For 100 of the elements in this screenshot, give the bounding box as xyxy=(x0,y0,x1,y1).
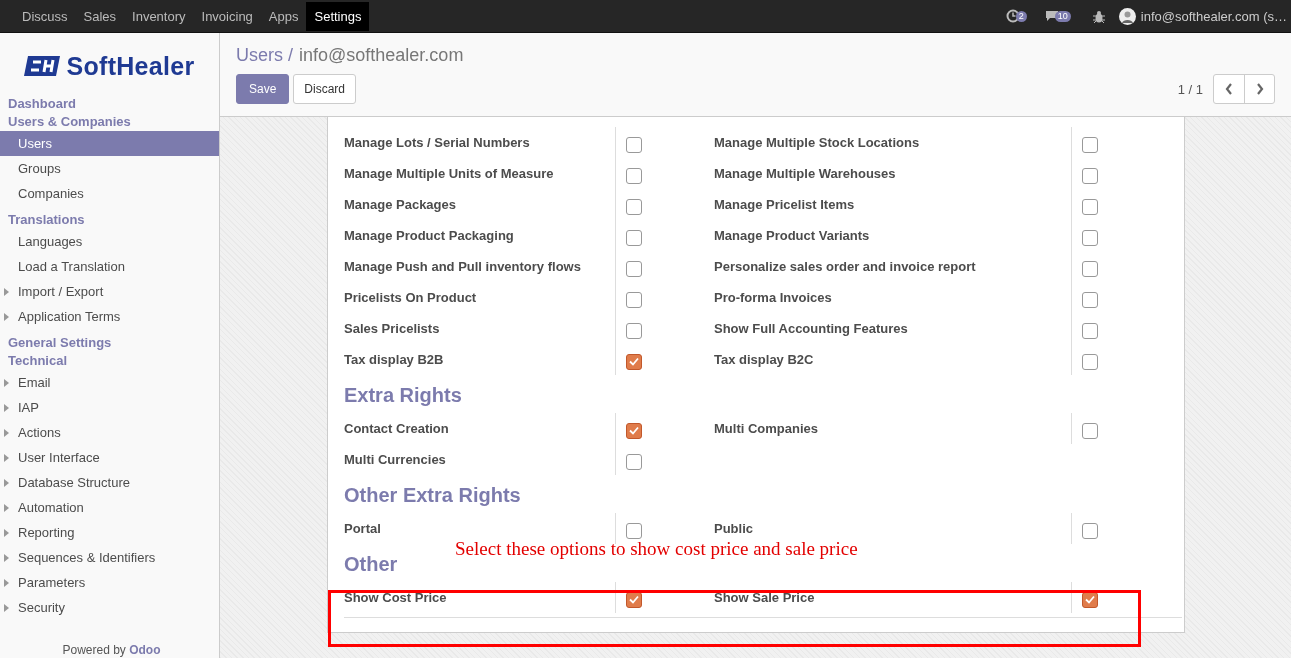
checkbox[interactable] xyxy=(1082,353,1098,370)
checkbox[interactable] xyxy=(626,522,642,539)
powered-by: Powered by Odoo xyxy=(61,644,162,658)
menu-item[interactable]: Reporting xyxy=(0,520,219,545)
option-label: Manage Product Packaging xyxy=(344,228,514,243)
checkbox[interactable] xyxy=(626,291,642,308)
check-icon xyxy=(629,426,639,435)
caret-icon xyxy=(4,428,9,437)
menu-item[interactable]: Email xyxy=(0,370,219,395)
menu-item[interactable]: Users xyxy=(0,131,219,156)
caret-icon xyxy=(4,503,9,512)
menu-item[interactable]: Groups xyxy=(0,156,219,181)
menu-item[interactable]: Actions xyxy=(0,420,219,445)
option-label: Pricelists On Product xyxy=(344,290,477,305)
chevron-left-icon xyxy=(1225,83,1233,95)
option-label: Manage Packages xyxy=(344,197,456,212)
checkbox[interactable] xyxy=(626,453,642,470)
menu-section[interactable]: Users & Companies xyxy=(0,113,219,131)
pager-counter: 1 / 1 xyxy=(1177,81,1203,97)
app-menu-item[interactable]: Discuss xyxy=(14,2,76,31)
user-menu[interactable]: info@softhealer.com (s… xyxy=(1118,7,1287,25)
caret-icon xyxy=(4,528,9,537)
option-label: Manage Multiple Stock Locations xyxy=(714,135,920,150)
menu-item[interactable]: Languages xyxy=(0,229,219,254)
option-label: Multi Currencies xyxy=(344,452,446,467)
check-icon xyxy=(629,357,639,366)
caret-icon xyxy=(4,312,9,321)
checkbox[interactable] xyxy=(626,322,642,339)
menu-section[interactable]: General Settings xyxy=(0,334,219,352)
option-label: Manage Product Variants xyxy=(714,228,870,243)
activity-button[interactable]: 2 xyxy=(1005,9,1027,23)
caret-icon xyxy=(4,378,9,387)
checkbox[interactable] xyxy=(1082,229,1098,246)
checkbox[interactable] xyxy=(626,229,642,246)
bug-icon[interactable] xyxy=(1092,9,1105,23)
messages-button[interactable]: 10 xyxy=(1044,10,1071,22)
checkbox[interactable] xyxy=(1082,522,1098,539)
option-label: Sales Pricelists xyxy=(344,321,440,336)
app-menu-item[interactable]: Apps xyxy=(260,2,307,31)
checkbox[interactable] xyxy=(1082,198,1098,215)
option-label: Manage Lots / Serial Numbers xyxy=(344,135,530,150)
checkbox[interactable] xyxy=(626,353,642,370)
option-label: Public xyxy=(714,521,753,536)
app-menu-item[interactable]: Settings xyxy=(306,2,370,31)
message-count: 10 xyxy=(1054,10,1071,22)
logo-icon xyxy=(24,56,61,76)
option-label: Manage Multiple Warehouses xyxy=(714,166,896,181)
menu-item[interactable]: Database Structure xyxy=(0,470,219,495)
checkbox[interactable] xyxy=(626,136,642,153)
checkbox[interactable] xyxy=(626,260,642,277)
checkbox[interactable] xyxy=(1082,136,1098,153)
app-menu-item[interactable]: Sales xyxy=(75,2,125,31)
menu-item[interactable]: Security xyxy=(0,595,219,620)
menu-item[interactable]: User Interface xyxy=(0,445,219,470)
menu-section[interactable]: Translations xyxy=(0,211,219,229)
breadcrumb-current: info@softhealer.com xyxy=(299,44,464,66)
option-label: Manage Pricelist Items xyxy=(714,197,855,212)
option-label: Tax display B2C xyxy=(714,352,814,367)
chevron-right-icon xyxy=(1255,83,1264,95)
menu-item[interactable]: Import / Export xyxy=(0,279,219,304)
chat-icon xyxy=(1044,10,1059,22)
option-label: Contact Creation xyxy=(344,421,449,436)
breadcrumb-link[interactable]: Users / xyxy=(236,44,293,66)
checkbox[interactable] xyxy=(626,198,642,215)
menu-item[interactable]: IAP xyxy=(0,395,219,420)
menu-item[interactable]: Companies xyxy=(0,181,219,206)
activity-count: 2 xyxy=(1015,10,1027,22)
save-button[interactable]: Save xyxy=(236,74,290,104)
checkbox[interactable] xyxy=(1082,291,1098,308)
checkbox[interactable] xyxy=(1082,167,1098,184)
menu-item[interactable]: Load a Translation xyxy=(0,254,219,279)
option-label: Multi Companies xyxy=(714,421,818,436)
app-menu-item[interactable]: Invoicing xyxy=(193,2,261,31)
checkbox[interactable] xyxy=(1082,322,1098,339)
checkbox[interactable] xyxy=(1082,260,1098,277)
menu-item[interactable]: Parameters xyxy=(0,570,219,595)
option-label: Portal xyxy=(344,521,381,536)
check-icon xyxy=(1085,595,1095,604)
option-label: Pro-forma Invoices xyxy=(714,290,832,305)
checkbox[interactable] xyxy=(626,167,642,184)
caret-icon xyxy=(4,453,9,462)
option-label: Show Sale Price xyxy=(714,590,815,605)
menu-section[interactable]: Dashboard xyxy=(0,95,219,113)
discard-button[interactable]: Discard xyxy=(293,74,357,104)
caret-icon xyxy=(4,287,9,296)
option-label: Show Full Accounting Features xyxy=(714,321,908,336)
section-heading: Other Extra Rights xyxy=(344,483,522,507)
caret-icon xyxy=(4,578,9,587)
caret-icon xyxy=(4,603,9,612)
menu-item[interactable]: Automation xyxy=(0,495,219,520)
menu-item[interactable]: Application Terms xyxy=(0,304,219,329)
caret-icon xyxy=(4,478,9,487)
checkbox[interactable] xyxy=(626,422,642,439)
menu-item[interactable]: Sequences & Identifiers xyxy=(0,545,219,570)
menu-section[interactable]: Technical xyxy=(0,352,219,370)
checkbox[interactable] xyxy=(1082,422,1098,439)
caret-icon xyxy=(4,403,9,412)
section-heading: Other xyxy=(344,552,399,576)
app-menu-item[interactable]: Inventory xyxy=(124,2,194,31)
option-label: Show Cost Price xyxy=(344,590,447,605)
